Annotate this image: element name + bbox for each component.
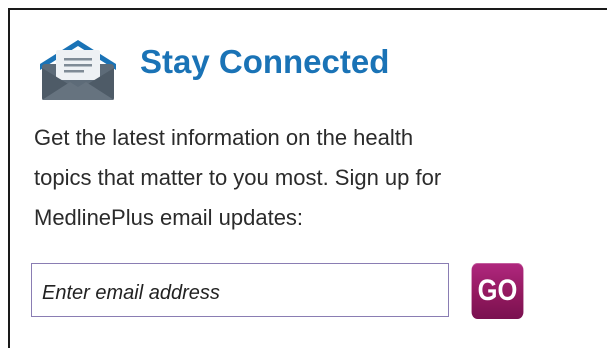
go-button[interactable]: GO [471, 263, 524, 319]
envelope-icon [40, 40, 116, 100]
panel-title: Stay Connected [140, 43, 390, 80]
panel-header: Stay Connected [34, 32, 389, 104]
email-field[interactable] [31, 263, 449, 317]
panel-description: Get the latest information on the health… [34, 125, 442, 230]
